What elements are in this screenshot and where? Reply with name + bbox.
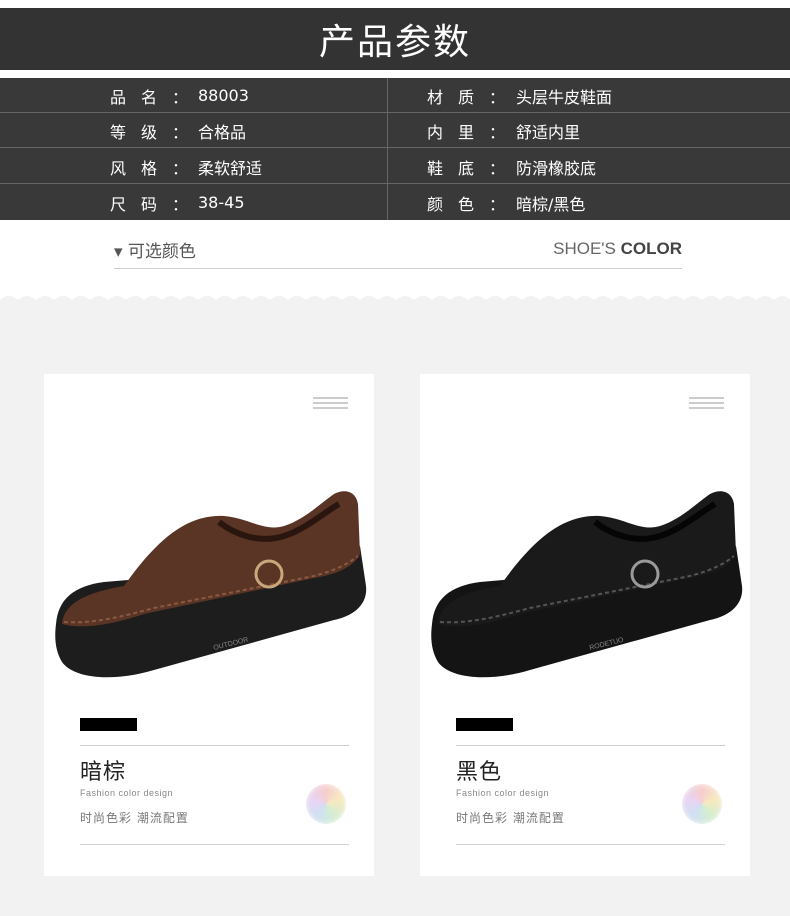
fashion-subtitle-en: Fashion color design [456,788,550,798]
header: 产品参数 [0,0,790,78]
color-card-black[interactable]: RODETUO 黑色 Fashion color design 时尚色彩 潮流配… [420,374,750,876]
spec-value: 暗棕/黑色 [516,194,586,214]
shoes-color-bold: COLOR [620,239,682,258]
black-accent-bar [456,718,513,731]
color-card-brown[interactable]: OUTDOOR 暗棕 Fashion color design 时尚色彩 潮流配… [44,374,374,876]
spec-label: 品名 [110,87,173,107]
spec-value: 舒适内里 [516,122,581,142]
color-section-heading: ▾ 可选颜色 SHOE'S COLOR [114,226,682,269]
spec-label: 材质 [427,87,490,107]
spec-label: 等级 [110,122,173,142]
fashion-subtitle-cn: 时尚色彩 潮流配置 [80,811,189,825]
spec-colon: ： [489,122,506,142]
spec-value: 38-45 [198,193,245,212]
shoes-color-thin: SHOE'S [553,239,621,258]
menu-lines-icon [313,397,348,411]
shoe-image-black: RODETUO [431,491,743,678]
spec-value: 头层牛皮鞋面 [516,87,613,107]
card-divider [80,844,349,845]
spec-colon: ： [172,122,189,142]
menu-lines-icon [689,397,724,411]
spec-label: 颜色 [427,194,490,214]
spec-colon: ： [172,87,189,107]
spec-label: 内里 [427,122,490,142]
shoes-color-title: SHOE'S COLOR [553,239,682,259]
spec-value: 合格品 [198,122,247,142]
spec-colon: ： [489,158,506,178]
color-section-label: ▾ 可选颜色 [114,242,196,262]
color-swatch-icon [682,784,722,824]
spec-label: 鞋底 [427,158,490,178]
spec-label: 尺码 [110,194,173,214]
header-bar: 产品参数 [0,8,790,70]
card-divider [80,745,349,746]
color-name: 黑色 [456,760,503,785]
table-divider [387,78,388,220]
spec-colon: ： [172,194,189,214]
spec-row: 品名 ： 88003 材质 ： 头层牛皮鞋面 [0,78,790,113]
color-swatch-icon [306,784,346,824]
spec-value: 柔软舒适 [198,158,263,178]
card-divider [456,745,725,746]
spec-value: 防滑橡胶底 [516,158,597,178]
page-title: 产品参数 [318,22,471,63]
spec-row: 风格 ： 柔软舒适 鞋底 ： 防滑橡胶底 [0,149,790,184]
shoe-image-brown: OUTDOOR [55,491,367,678]
spec-label: 风格 [110,158,173,178]
card-divider [456,844,725,845]
fashion-subtitle-cn: 时尚色彩 潮流配置 [456,811,565,825]
black-accent-bar [80,718,137,731]
spec-colon: ： [489,194,506,214]
spec-colon: ： [489,87,506,107]
spec-value: 88003 [198,86,249,105]
spec-row: 尺码 ： 38-45 颜色 ： 暗棕/黑色 [0,185,790,220]
spec-table: 品名 ： 88003 材质 ： 头层牛皮鞋面 等级 ： 合格品 内里 ： 舒适内… [0,78,790,220]
spec-row: 等级 ： 合格品 内里 ： 舒适内里 [0,113,790,148]
spec-colon: ： [172,158,189,178]
wave-divider [0,296,790,306]
color-name: 暗棕 [80,760,127,785]
fashion-subtitle-en: Fashion color design [80,788,174,798]
